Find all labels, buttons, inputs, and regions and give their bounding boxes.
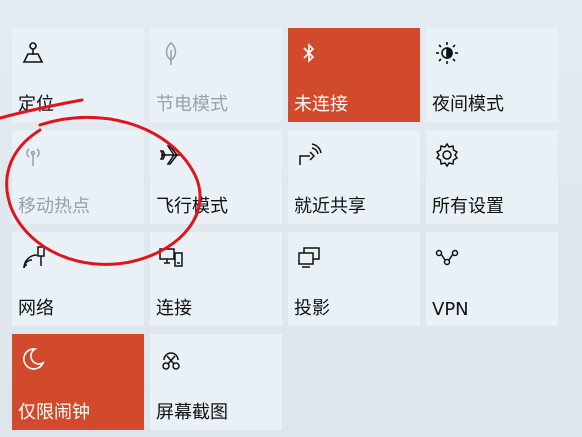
tile-airplane-mode[interactable]: 飞行模式 [150, 130, 282, 224]
tile-mobile-hotspot[interactable]: 移动热点 [12, 130, 144, 224]
airplane-icon [158, 142, 184, 168]
bluetooth-icon [296, 40, 322, 66]
tile-nearby-share[interactable]: 就近共享 [288, 130, 420, 224]
tile-network[interactable]: 网络 [12, 232, 144, 326]
screen-snip-icon [158, 346, 184, 372]
mobile-hotspot-icon [20, 142, 46, 168]
tile-label: 所有设置 [432, 196, 504, 217]
connect-icon [158, 244, 184, 270]
tile-location[interactable]: 定位 [12, 28, 144, 122]
tile-label: 就近共享 [294, 196, 366, 217]
vpn-icon [434, 244, 460, 270]
tile-label: 移动热点 [18, 196, 90, 217]
nearby-share-icon [296, 142, 322, 168]
tile-label: VPN [432, 299, 469, 320]
tile-alarms-only[interactable]: 仅限闹钟 [12, 334, 144, 430]
tile-project[interactable]: 投影 [288, 232, 420, 326]
tile-label: 飞行模式 [156, 196, 228, 217]
tile-label: 屏幕截图 [156, 402, 228, 423]
tile-label: 投影 [294, 298, 330, 319]
tile-label: 夜间模式 [432, 94, 504, 115]
location-icon [20, 40, 46, 66]
tile-label: 仅限闹钟 [18, 402, 90, 423]
tile-screen-snip[interactable]: 屏幕截图 [150, 334, 282, 430]
tile-label: 定位 [18, 94, 54, 115]
tile-vpn[interactable]: VPN [426, 232, 558, 326]
night-light-icon [434, 40, 460, 66]
tile-night-light[interactable]: 夜间模式 [426, 28, 558, 122]
project-icon [296, 244, 322, 270]
tile-label: 网络 [18, 298, 54, 319]
tile-label: 节电模式 [156, 94, 228, 115]
tile-bluetooth[interactable]: 未连接 [288, 28, 420, 122]
moon-icon [20, 346, 46, 372]
tile-connect[interactable]: 连接 [150, 232, 282, 326]
tile-battery-saver[interactable]: 节电模式 [150, 28, 282, 122]
tile-all-settings[interactable]: 所有设置 [426, 130, 558, 224]
tile-label: 连接 [156, 298, 192, 319]
tile-label: 未连接 [294, 94, 348, 115]
network-icon [20, 244, 46, 270]
settings-gear-icon [434, 142, 460, 168]
battery-saver-icon [158, 40, 184, 66]
